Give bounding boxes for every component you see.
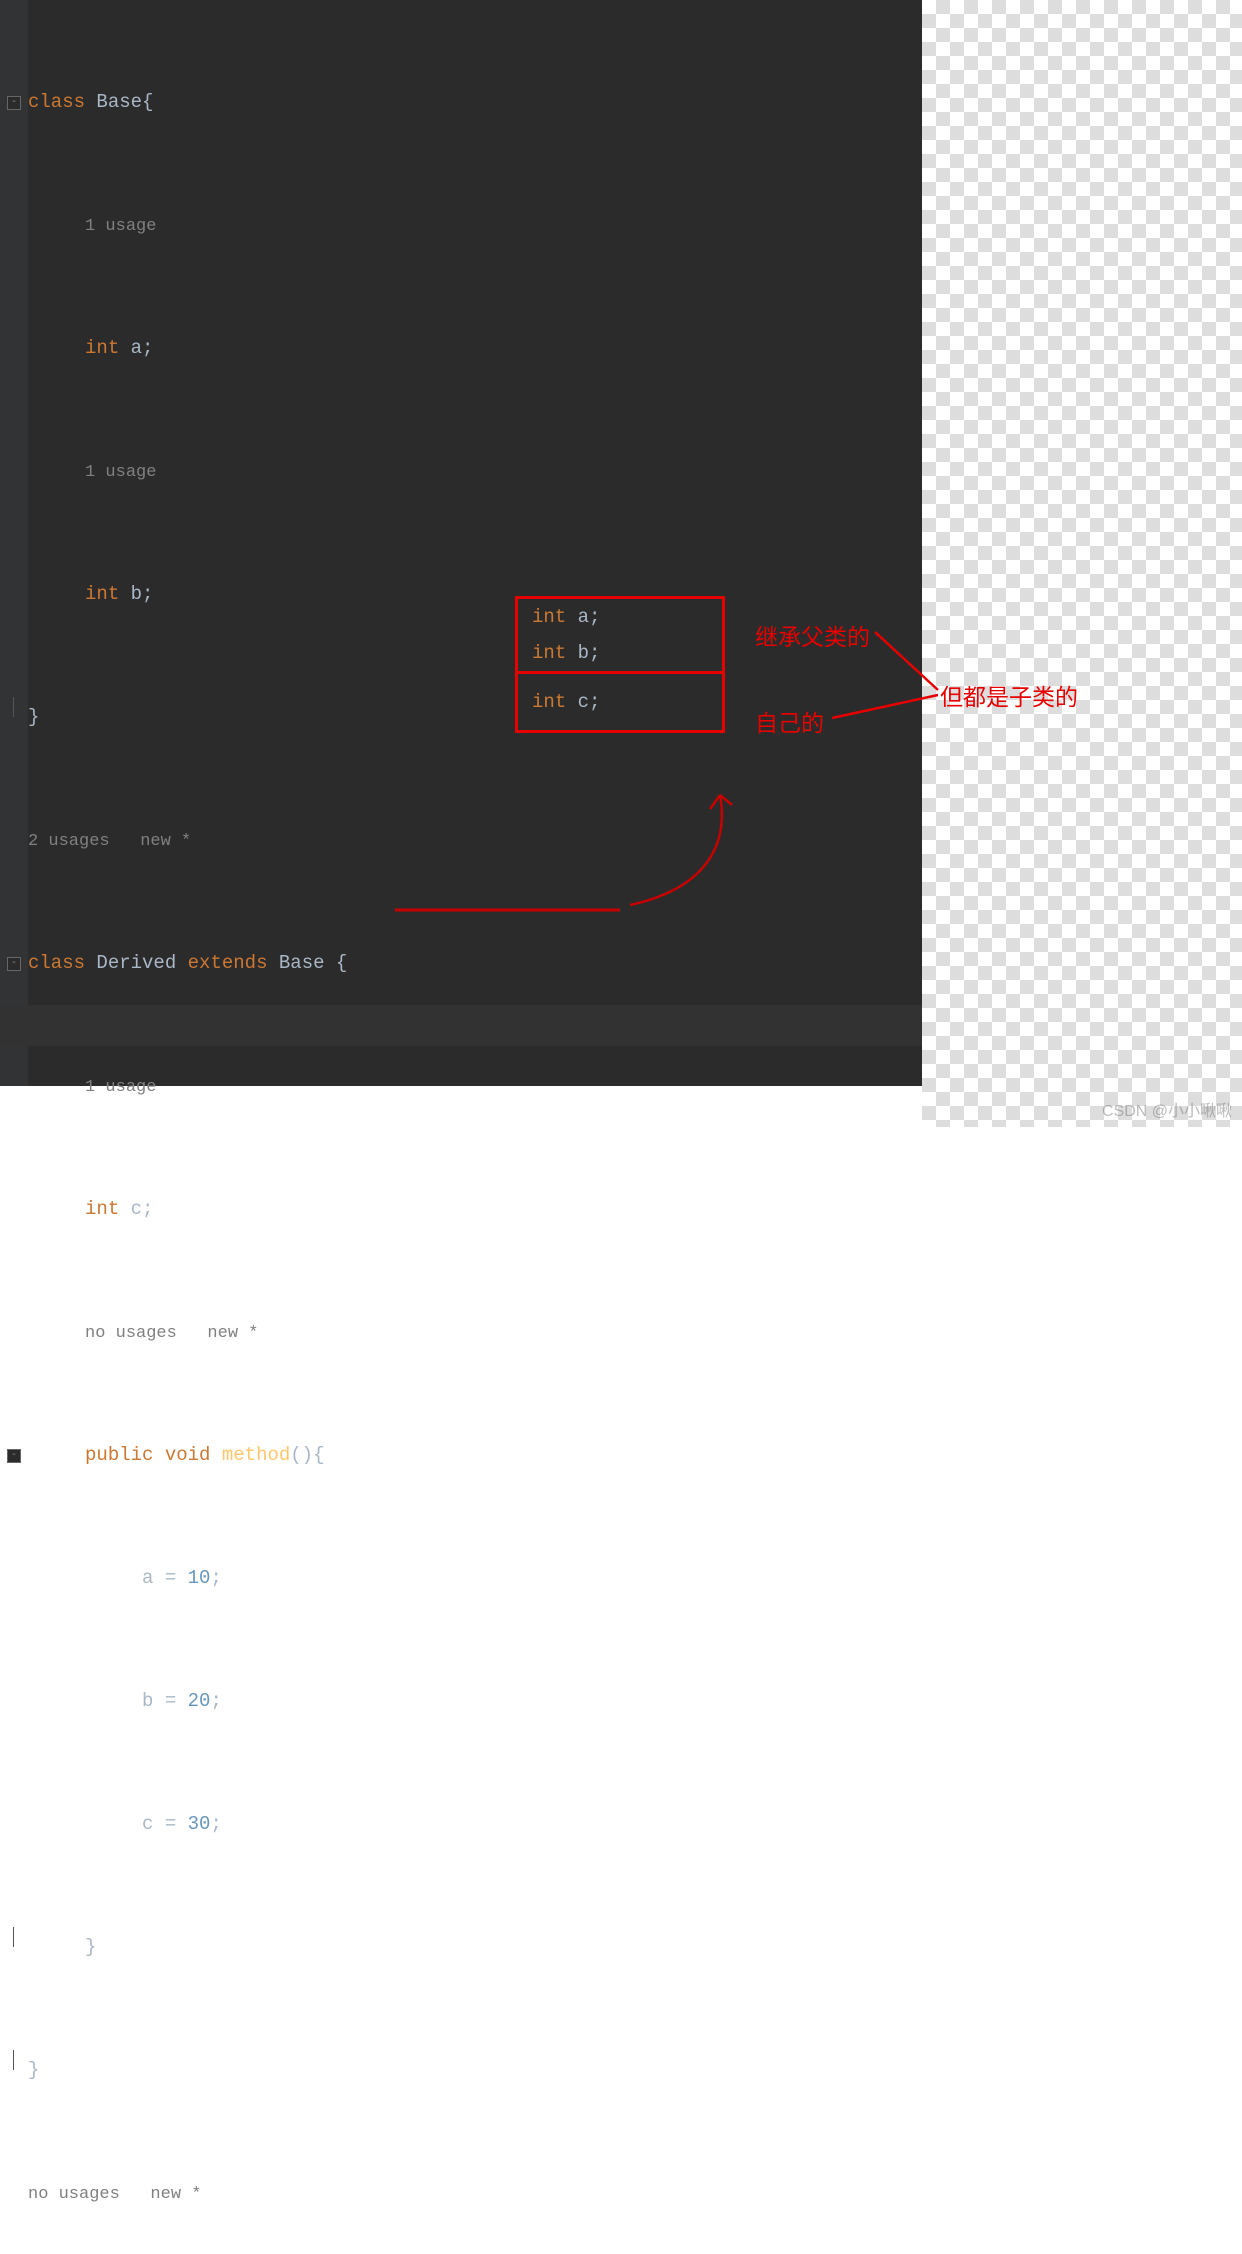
code-line: c = 30; (28, 1804, 541, 1845)
annotation-row: int b; (518, 635, 722, 671)
code-line: } (28, 697, 541, 738)
code-line: int c; (28, 1189, 541, 1230)
annotation-label-own: 自己的 (755, 704, 824, 738)
fold-icon[interactable] (7, 957, 21, 971)
code-line: b = 20; (28, 1681, 541, 1722)
code-line: int a; (28, 328, 541, 369)
fold-icon[interactable] (7, 1449, 21, 1463)
fold-icon[interactable] (7, 96, 21, 110)
inlay-hint: 1 usage (28, 1066, 541, 1107)
code-line: } (28, 2050, 541, 2091)
inlay-hint: no usages new * (28, 2173, 541, 2214)
annotation-row: int a; (518, 599, 722, 635)
inlay-hint: 1 usage (28, 205, 541, 246)
code-line: class Base{ (28, 82, 541, 123)
editor-gutter (0, 0, 28, 1086)
code-line: class Derived extends Base { (28, 943, 541, 984)
fold-end-icon (13, 2050, 14, 2070)
code-line: } (28, 1927, 541, 1968)
inlay-hint: 2 usages new * (28, 820, 541, 861)
code-editor[interactable]: class Base{ 1 usage int a; 1 usage int b… (0, 0, 922, 1086)
annotation-label-all: 但都是子类的 (940, 678, 1078, 712)
watermark: CSDN @小小啾啾 (1102, 1097, 1232, 1121)
inlay-hint: no usages new * (28, 1312, 541, 1353)
code-line: public void method(){ (28, 1435, 541, 1476)
code-area: class Base{ 1 usage int a; 1 usage int b… (28, 0, 541, 2254)
annotation-row: int c; (518, 671, 722, 730)
annotation-box: int a; int b; int c; (515, 596, 725, 733)
transparency-background (922, 0, 1242, 1127)
fold-end-icon (13, 697, 14, 717)
inlay-hint: 1 usage (28, 451, 541, 492)
annotation-label-inherit: 继承父类的 (755, 618, 870, 652)
fold-end-icon (13, 1927, 14, 1947)
code-line: a = 10; (28, 1558, 541, 1599)
code-line: int b; (28, 574, 541, 615)
